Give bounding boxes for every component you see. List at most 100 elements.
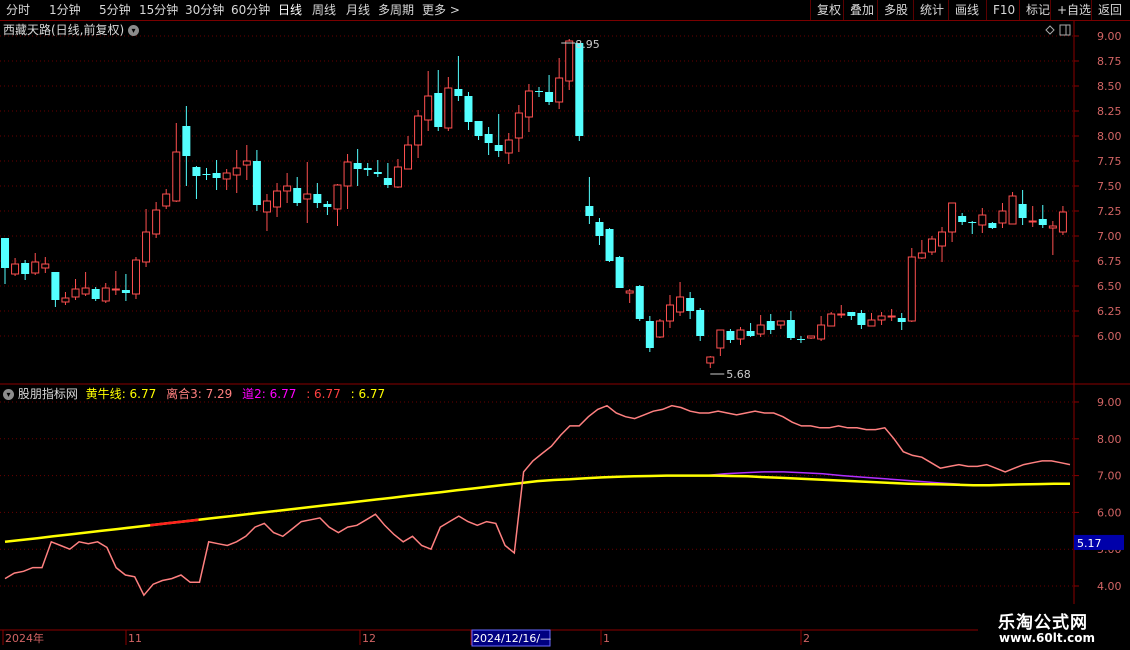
- tab-1min[interactable]: 1分钟: [49, 0, 81, 20]
- candle-body: [504, 139, 513, 154]
- candle-body: [252, 161, 261, 205]
- candle-body: [393, 166, 402, 188]
- mark-button[interactable]: 标记: [1019, 0, 1050, 20]
- candle: [333, 184, 342, 226]
- tab-60min[interactable]: 60分钟: [231, 0, 270, 20]
- candle: [1028, 206, 1037, 227]
- sub-grid: [0, 401, 1079, 587]
- candle-body: [21, 263, 30, 274]
- candle-body: [726, 331, 735, 340]
- low-price-label: 5.68: [726, 368, 751, 381]
- candle-body: [907, 256, 916, 322]
- candle-body: [988, 223, 997, 228]
- y-tick-label: 8.00: [1097, 433, 1122, 446]
- add-watchlist-button[interactable]: +自选: [1050, 0, 1091, 20]
- tab-15min[interactable]: 15分钟: [139, 0, 178, 20]
- candle: [1008, 192, 1017, 225]
- tab-multi-period[interactable]: 多周期: [378, 0, 414, 20]
- candle-body: [776, 320, 785, 326]
- fuquan-button[interactable]: 复权: [810, 0, 841, 20]
- candle-body: [857, 313, 866, 325]
- candle: [917, 240, 926, 259]
- tab-weekly[interactable]: 周线: [312, 0, 336, 20]
- candle-body: [293, 188, 302, 203]
- tab-30min[interactable]: 30分钟: [185, 0, 224, 20]
- back-button[interactable]: 返回: [1091, 0, 1122, 20]
- candle-body: [242, 160, 251, 166]
- candle-body: [1048, 225, 1057, 229]
- candle-body: [575, 43, 584, 136]
- main-grid: [0, 35, 1079, 337]
- dropdown-icon[interactable]: ▾: [128, 25, 140, 36]
- tab-daily[interactable]: 日线: [278, 0, 302, 20]
- candle: [232, 150, 241, 193]
- y-tick-label: 9.00: [1097, 30, 1122, 43]
- tab-fenshi[interactable]: 分时: [6, 0, 30, 20]
- candle-body: [383, 178, 392, 185]
- panel-toggle-icon[interactable]: [1059, 24, 1071, 36]
- candle-body: [464, 96, 473, 122]
- candle: [978, 208, 987, 233]
- candle: [474, 121, 483, 140]
- candle-body: [807, 335, 816, 339]
- candle-body: [454, 89, 463, 96]
- y-tick-label: 7.75: [1097, 155, 1122, 168]
- candle: [111, 271, 120, 295]
- yellow-line: [4, 474, 1070, 544]
- candle-body: [71, 288, 80, 298]
- candle-body: [756, 324, 765, 335]
- candle-body: [484, 134, 493, 143]
- legend-purple: 道2: 6.77: [242, 387, 297, 401]
- candlesticks: [1, 39, 1067, 368]
- candle-body: [1058, 211, 1067, 233]
- candle-body: [1028, 220, 1037, 223]
- y-tick-label: 8.25: [1097, 105, 1122, 118]
- candle-body: [91, 289, 100, 299]
- period-toolbar: 分时 1分钟 5分钟 15分钟 30分钟 60分钟 日线 周线 月线 多周期 更…: [0, 0, 1130, 21]
- diamond-icon[interactable]: [1045, 25, 1055, 35]
- candle: [857, 310, 866, 329]
- candle-body: [827, 313, 836, 327]
- candle: [756, 315, 765, 337]
- candle: [172, 123, 181, 202]
- candle-body: [101, 287, 110, 302]
- candle-body: [51, 272, 60, 300]
- candle: [796, 336, 805, 343]
- candle: [686, 292, 695, 319]
- candle: [605, 228, 614, 262]
- y-tick-label: 8.75: [1097, 55, 1122, 68]
- overlay-button[interactable]: 叠加: [843, 0, 874, 20]
- statistics-button[interactable]: 统计: [913, 0, 944, 20]
- tab-5min[interactable]: 5分钟: [99, 0, 131, 20]
- candle-body: [172, 151, 181, 202]
- candle: [847, 312, 856, 320]
- candle-body: [736, 329, 745, 340]
- tab-more[interactable]: 更多 >: [422, 0, 460, 20]
- kline-chart-area[interactable]: 9.00 8.75 8.50 8.25 8.00 7.75 7.50 7.25 7.00 6.75…: [0, 21, 1130, 650]
- candle-body: [444, 87, 453, 129]
- candle: [454, 56, 463, 101]
- dropdown-icon[interactable]: ▾: [3, 389, 14, 400]
- candle: [565, 39, 574, 90]
- candle: [827, 312, 836, 327]
- candle: [514, 105, 523, 152]
- candle-body: [61, 297, 70, 303]
- candle-body: [625, 290, 634, 294]
- draw-line-button[interactable]: 画线: [948, 0, 979, 20]
- candle-body: [696, 310, 705, 336]
- f10-button[interactable]: F10: [986, 0, 1015, 20]
- tab-monthly[interactable]: 月线: [346, 0, 370, 20]
- candle: [625, 289, 634, 303]
- candle: [182, 106, 191, 186]
- candle-body: [535, 91, 543, 92]
- candle-body: [131, 259, 140, 295]
- candle-body: [585, 206, 594, 216]
- candle: [262, 194, 271, 231]
- candle-body: [555, 77, 564, 103]
- candle-body: [847, 312, 856, 316]
- candle: [746, 323, 755, 337]
- candle-body: [142, 231, 151, 263]
- candle: [706, 356, 715, 368]
- multi-stock-button[interactable]: 多股: [877, 0, 908, 20]
- candle-body: [333, 184, 342, 210]
